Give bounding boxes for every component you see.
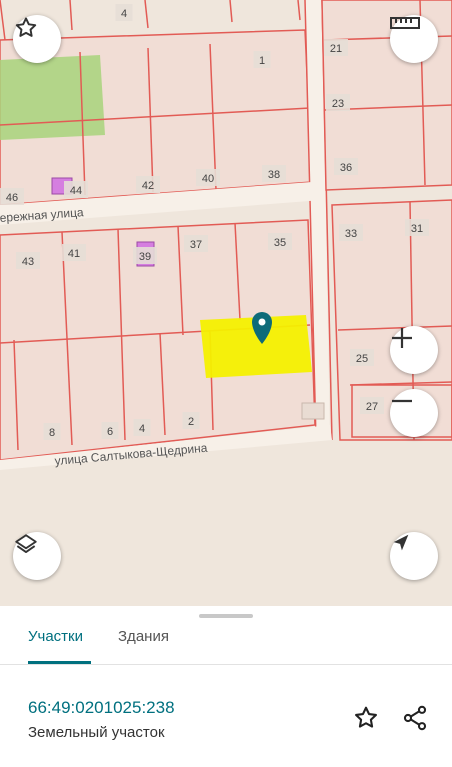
right-blocks: [321, 0, 452, 441]
parcel-number-label: 37: [190, 239, 202, 251]
layers-icon: [15, 534, 37, 554]
zoom-in-button[interactable]: [390, 326, 438, 374]
cadastral-number[interactable]: 66:49:0201025:238: [28, 698, 175, 718]
cadastral-map[interactable]: 4 1 21 23 36 46 44 42 40 38 33 31 43 41 39 37 35 25 27 8 6 4 2…: [0, 0, 452, 606]
navigation-arrow-icon: [393, 534, 409, 551]
ruler-icon: [390, 17, 420, 29]
favorite-action-button[interactable]: [352, 704, 380, 732]
parcel-number-label: 40: [202, 173, 214, 185]
zoom-out-button[interactable]: [390, 389, 438, 437]
parcel-number-label: 4: [121, 8, 127, 20]
layers-button[interactable]: [13, 532, 61, 580]
parcel-number-label: 1: [259, 55, 265, 67]
parcel-number-label: 8: [49, 427, 55, 439]
parcel-number-label: 43: [22, 256, 34, 268]
parcel-number-label: 36: [340, 162, 352, 174]
parcel-number-label: 44: [70, 185, 82, 197]
parcel-number-label: 27: [366, 401, 378, 413]
star-outline-icon: [15, 17, 37, 37]
parcel-number-label: 41: [68, 248, 80, 260]
parcel-number-label: 21: [330, 43, 342, 55]
parcel-number-label: 33: [345, 228, 357, 240]
minus-icon: [392, 399, 412, 403]
plus-icon: [392, 328, 412, 348]
parcel-number-label: 39: [139, 251, 151, 263]
parcel-number-label: 31: [411, 223, 423, 235]
drag-handle[interactable]: [199, 614, 253, 618]
favorite-button[interactable]: [13, 15, 61, 63]
tabs-divider: [0, 664, 452, 665]
tab-parcels[interactable]: Участки: [28, 628, 83, 645]
parcel-number-label: 23: [332, 98, 344, 110]
green-area: [0, 55, 105, 140]
bottom-sheet: Участки Здания 66:49:0201025:238 Земельн…: [0, 606, 452, 767]
share-button[interactable]: [401, 704, 429, 732]
ruler-button[interactable]: [390, 15, 438, 63]
parcel-number-label: 25: [356, 353, 368, 365]
object-type: Земельный участок: [28, 724, 165, 741]
tab-buildings[interactable]: Здания: [118, 628, 169, 645]
parcel-number-label: 2: [188, 416, 194, 428]
parcel-number-label: 4: [139, 423, 145, 435]
parcel-number-label: 35: [274, 237, 286, 249]
star-outline-icon: [355, 706, 377, 728]
parcel-number-label: 42: [142, 180, 154, 192]
parcel-number-label: 46: [6, 192, 18, 204]
parcel-number-label: 38: [268, 169, 280, 181]
map-canvas[interactable]: 412123364644 4240 3833 314341 3937 3525278 6 42…: [0, 0, 452, 606]
parcel-number-label: 6: [107, 426, 113, 438]
share-icon: [403, 705, 427, 731]
my-location-button[interactable]: [390, 532, 438, 580]
